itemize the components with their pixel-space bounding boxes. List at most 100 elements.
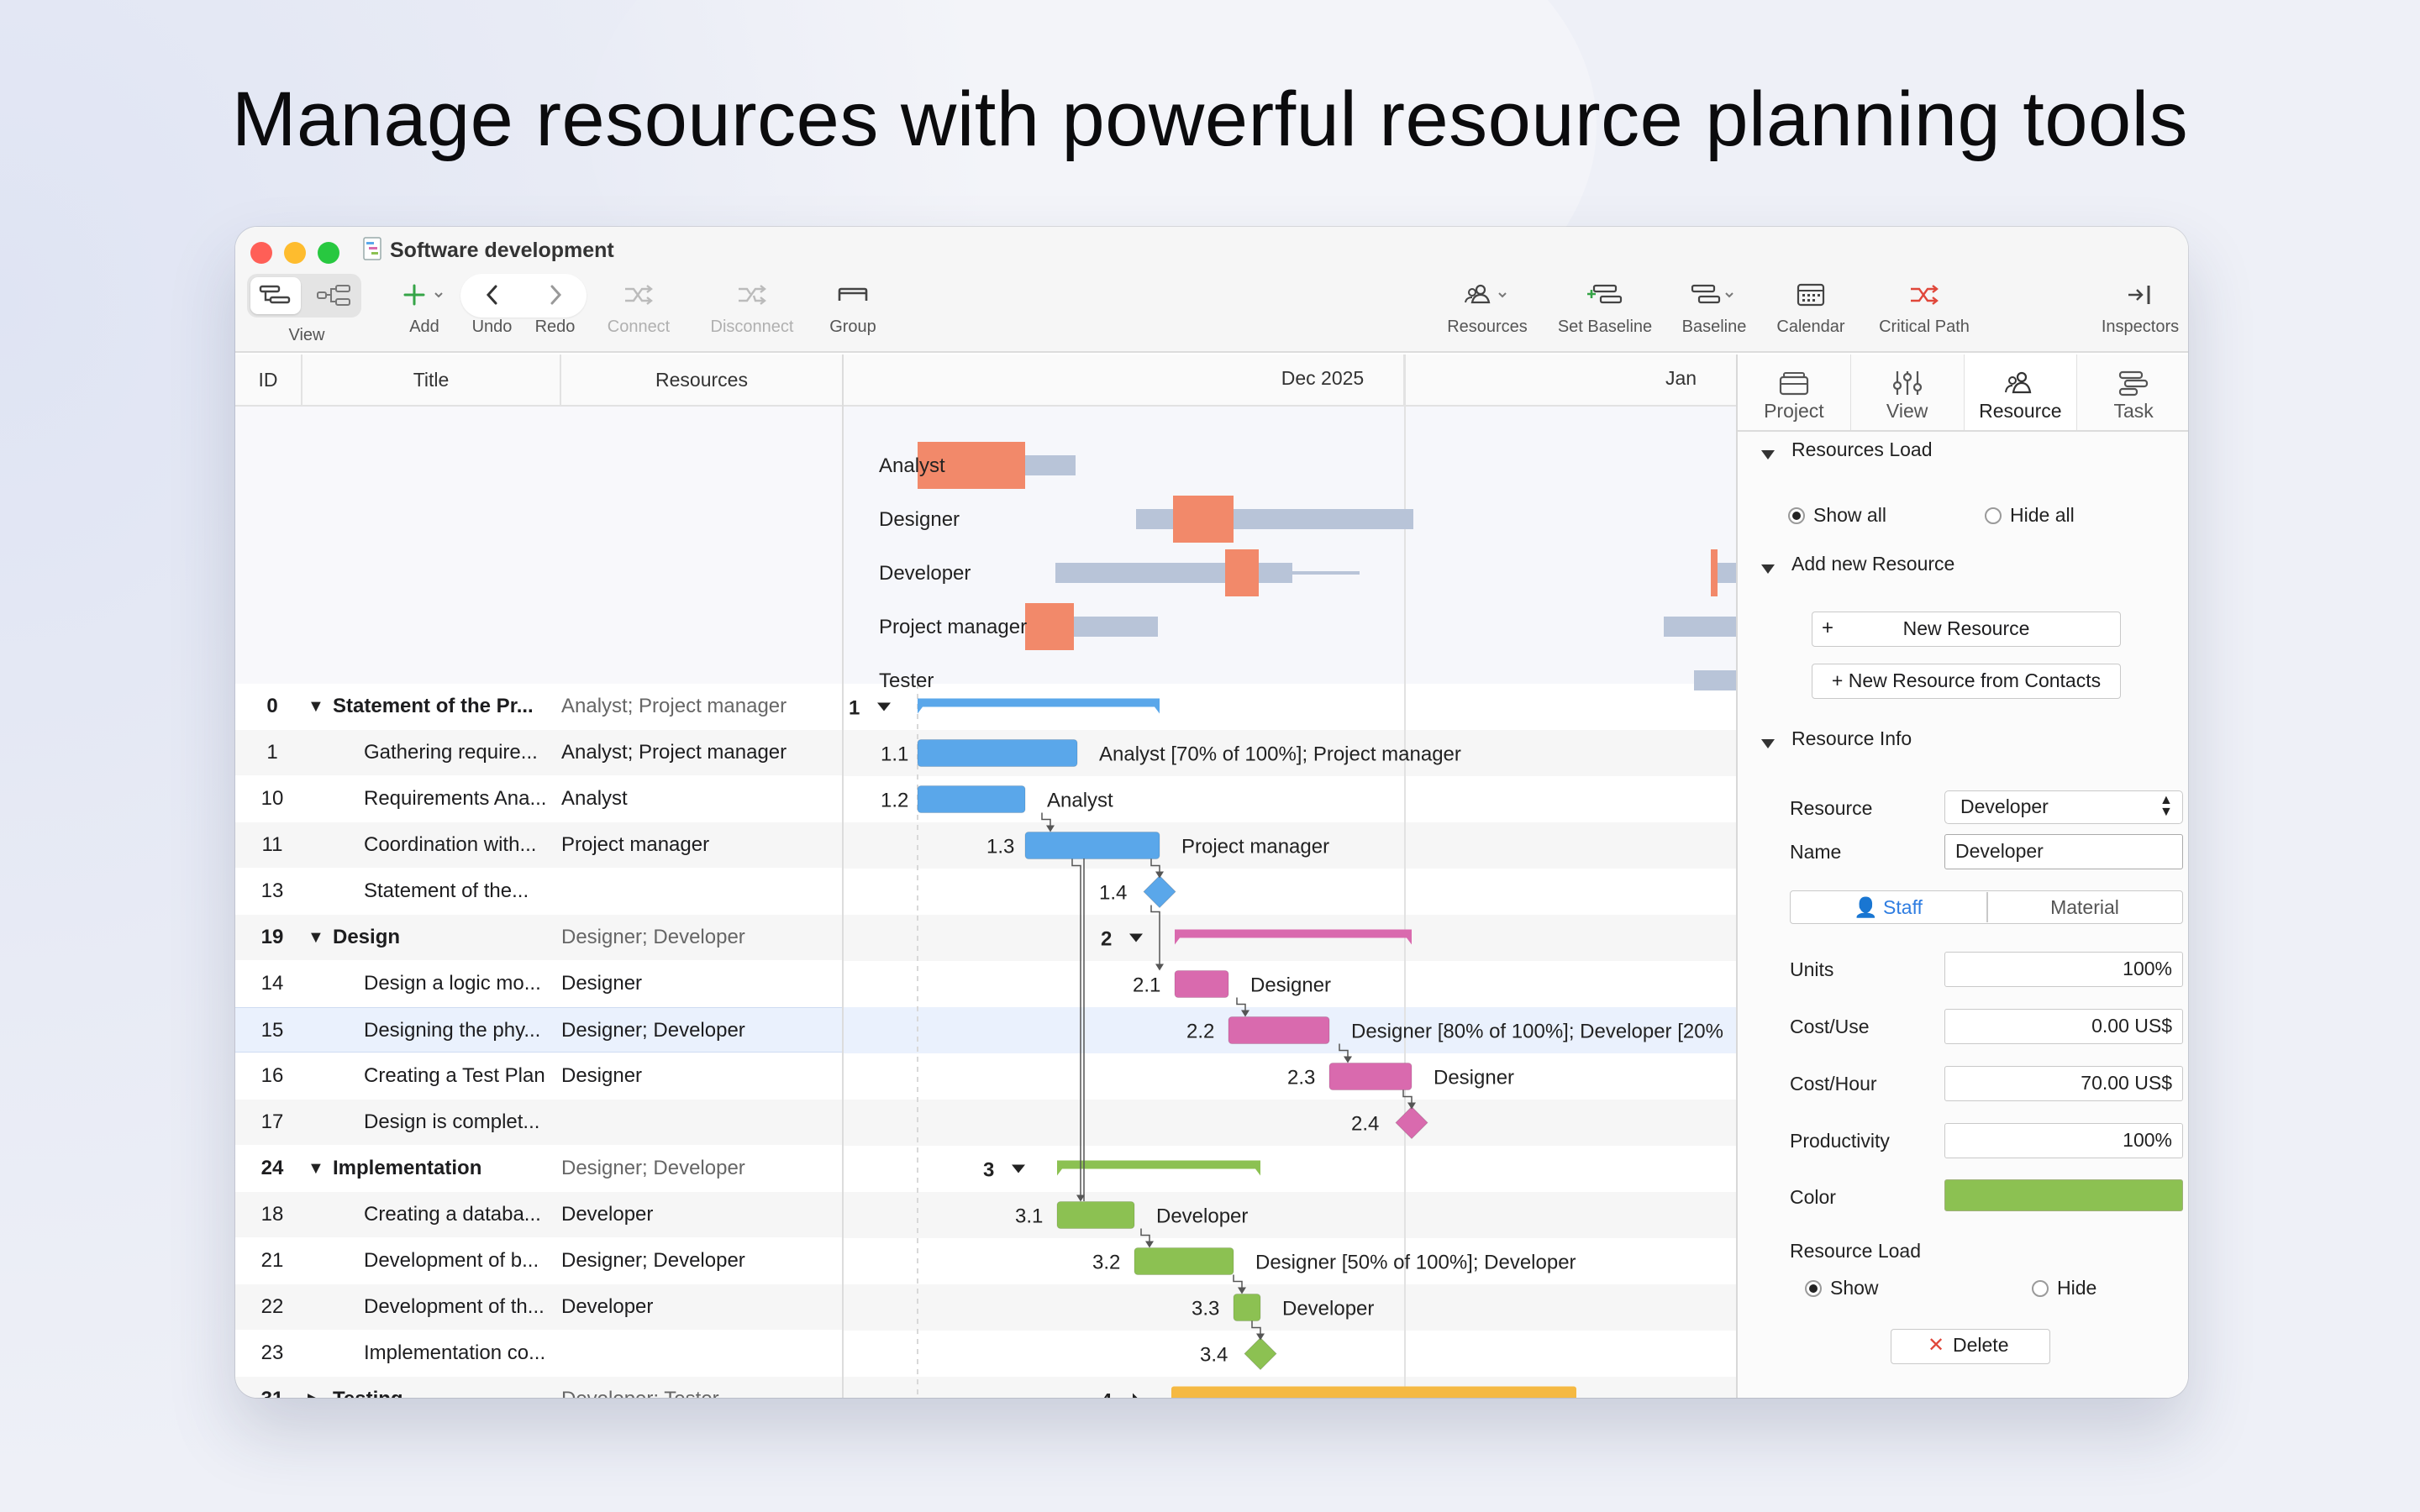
task-resources[interactable]: Analyst; Project manager — [561, 730, 786, 775]
task-resources[interactable]: Developer — [561, 1284, 653, 1330]
view-switcher[interactable] — [247, 274, 361, 318]
connect-button[interactable]: Connect — [597, 274, 681, 337]
task-bar[interactable] — [1134, 1247, 1234, 1275]
undo-button[interactable]: Undo — [460, 274, 523, 337]
redo-button[interactable]: Redo — [523, 274, 587, 337]
task-bar[interactable] — [1228, 1016, 1330, 1044]
col-resources[interactable]: Resources — [561, 354, 842, 405]
minimize-window-button[interactable] — [284, 242, 306, 264]
new-resource-from-contacts-button[interactable]: + New Resource from Contacts — [1812, 664, 2121, 699]
load-hide-radio[interactable] — [2032, 1280, 2049, 1297]
zoom-window-button[interactable] — [318, 242, 339, 264]
task-title[interactable]: Implementation co... — [364, 1331, 545, 1376]
task-bar[interactable] — [1328, 1063, 1413, 1090]
task-title[interactable]: Design — [333, 915, 400, 960]
task-title[interactable]: Development of b... — [364, 1238, 539, 1284]
task-title[interactable]: Design a logic mo... — [364, 961, 541, 1006]
task-title[interactable]: Statement of the Pr... — [333, 684, 534, 729]
set-baseline-icon — [1587, 284, 1623, 304]
resource-load-label: Designer — [879, 508, 960, 531]
resources-button[interactable]: Resources — [1441, 274, 1534, 337]
disclosure-expanded-icon[interactable] — [1761, 450, 1775, 459]
task-title[interactable]: Statement of the... — [364, 869, 529, 914]
color-well[interactable] — [1944, 1179, 2183, 1211]
task-resources[interactable]: Analyst; Project manager — [561, 684, 786, 729]
task-resources[interactable]: Designer — [561, 961, 642, 1006]
collapsed-summary-bar[interactable] — [1171, 1386, 1576, 1399]
set-baseline-button[interactable]: Set Baseline — [1550, 274, 1660, 337]
gantt-view-icon[interactable] — [259, 284, 292, 307]
calendar-button[interactable]: Calendar — [1769, 274, 1853, 337]
disclosure-expanded-icon[interactable]: ▼ — [308, 684, 324, 729]
task-title[interactable]: Gathering require... — [364, 730, 538, 775]
disclosure-expanded-icon[interactable]: ▼ — [308, 915, 324, 960]
task-resources[interactable]: Developer; Tester — [561, 1377, 719, 1398]
disclosure-expanded-icon[interactable] — [877, 702, 891, 711]
color-label: Color — [1790, 1186, 1836, 1208]
tab-view[interactable]: View — [1851, 354, 1965, 430]
col-title[interactable]: Title — [302, 354, 560, 405]
task-bar[interactable] — [917, 739, 1078, 767]
task-resources[interactable]: Designer; Developer — [561, 1238, 745, 1284]
task-id: 16 — [260, 1064, 284, 1087]
units-field[interactable]: 100% — [1944, 952, 2183, 987]
group-button[interactable]: Group — [815, 274, 891, 337]
task-title[interactable]: Design is complet... — [364, 1100, 539, 1145]
hide-all-radio[interactable] — [1985, 507, 2002, 524]
task-resources[interactable]: Developer — [561, 1192, 653, 1237]
resource-select[interactable]: Developer — [1944, 790, 2183, 824]
task-resources[interactable]: Designer; Developer — [561, 1146, 745, 1191]
task-bar[interactable] — [917, 785, 1026, 813]
task-title[interactable]: Requirements Ana... — [364, 776, 546, 822]
task-bar[interactable] — [1024, 832, 1160, 859]
productivity-field[interactable]: 100% — [1944, 1123, 2183, 1158]
task-resources[interactable]: Designer — [561, 1053, 642, 1099]
disclosure-expanded-icon[interactable] — [1761, 564, 1775, 574]
inspectors-button[interactable]: Inspectors — [2094, 274, 2186, 337]
milestone-diamond[interactable] — [1143, 874, 1176, 909]
disclosure-expanded-icon[interactable] — [1012, 1164, 1025, 1173]
disconnect-button[interactable]: Disconnect — [697, 274, 807, 337]
task-resources[interactable]: Designer; Developer — [561, 915, 745, 960]
add-button[interactable]: Add — [387, 274, 462, 337]
close-window-button[interactable] — [250, 242, 272, 264]
milestone-diamond[interactable] — [1244, 1336, 1277, 1371]
add-resource-header[interactable]: Add new Resource — [1791, 553, 1954, 575]
tab-resource[interactable]: Resource — [1964, 354, 2078, 430]
name-field[interactable]: Developer — [1944, 834, 2183, 869]
task-id: 11 — [261, 833, 283, 856]
summary-bar[interactable] — [918, 698, 1160, 714]
task-title[interactable]: Implementation — [333, 1146, 481, 1191]
task-id: 31 — [235, 1377, 309, 1398]
disclosure-collapsed-icon[interactable]: ▶ — [308, 1377, 320, 1398]
tab-project[interactable]: Project — [1738, 354, 1851, 430]
tab-task[interactable]: Task — [2077, 354, 2188, 430]
task-id: 24 — [260, 1157, 284, 1179]
material-segment[interactable]: Material — [1986, 890, 2183, 924]
task-bar[interactable] — [1056, 1201, 1135, 1229]
task-resources[interactable]: Project manager — [561, 822, 709, 868]
task-bar[interactable] — [1233, 1294, 1261, 1321]
task-title[interactable]: Testing — [333, 1377, 403, 1398]
cost-use-field[interactable]: 0.00 US$ — [1944, 1009, 2183, 1044]
task-title[interactable]: Creating a Test Plan — [364, 1053, 545, 1099]
resources-load-header[interactable]: Resources Load — [1791, 438, 1933, 461]
disclosure-expanded-icon[interactable]: ▼ — [308, 1146, 324, 1191]
cost-hour-field[interactable]: 70.00 US$ — [1944, 1066, 2183, 1101]
task-bar[interactable] — [1174, 970, 1229, 998]
task-title[interactable]: Creating a databa... — [364, 1192, 541, 1237]
critical-path-button[interactable]: Critical Path — [1870, 274, 1979, 337]
task-title[interactable]: Designing the phy... — [364, 1008, 540, 1053]
new-resource-button[interactable]: New Resource — [1812, 612, 2121, 647]
resource-info-header[interactable]: Resource Info — [1791, 727, 1912, 750]
network-view-icon[interactable] — [316, 284, 353, 307]
task-title[interactable]: Development of th... — [364, 1284, 544, 1330]
task-resources[interactable]: Analyst — [561, 776, 628, 822]
task-title[interactable]: Coordination with... — [364, 822, 536, 868]
summary-bar[interactable] — [1057, 1160, 1260, 1176]
staff-segment[interactable]: 👤 Staff — [1790, 890, 1986, 924]
disclosure-expanded-icon[interactable] — [1761, 739, 1775, 748]
col-id[interactable]: ID — [235, 354, 301, 405]
baseline-button[interactable]: Baseline — [1672, 274, 1756, 337]
task-resources[interactable]: Designer; Developer — [561, 1008, 745, 1053]
